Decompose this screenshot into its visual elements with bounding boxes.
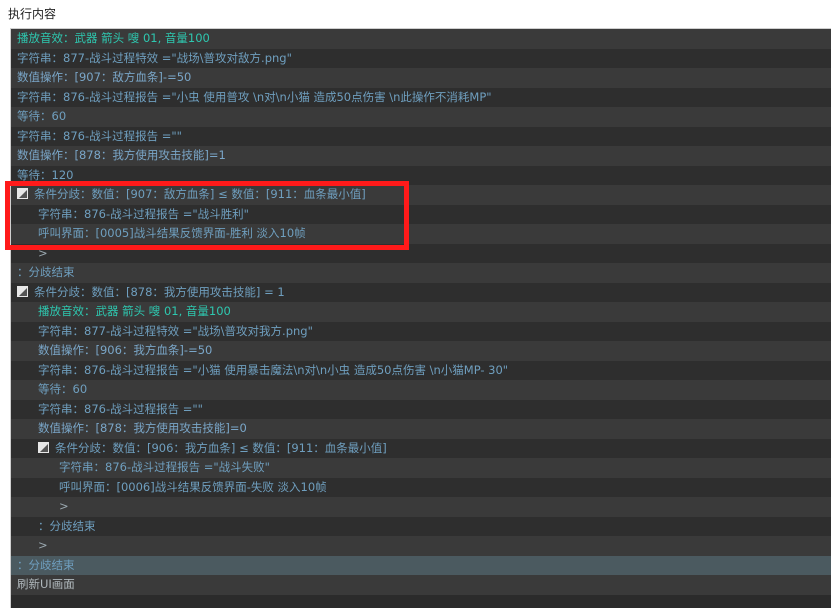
command-row[interactable]: 等待：60 [11, 380, 831, 400]
command-text: 等待：60 [17, 109, 67, 123]
command-row[interactable]: ：分歧结束 [11, 516, 831, 536]
command-row[interactable]: 条件分歧：数值：[878：我方使用攻击技能] = 1 [11, 282, 831, 302]
command-text: > [59, 499, 69, 513]
command-row[interactable]: 呼叫界面：[0005]战斗结果反馈界面-胜利 淡入10帧 [11, 224, 831, 244]
command-text: > [38, 245, 48, 260]
command-text: ：分歧结束 [17, 265, 75, 279]
command-row[interactable]: 字符串：876-战斗过程报告 ="小虫 使用普攻 \n对\n小猫 造成50点伤害… [11, 87, 831, 107]
command-row[interactable]: 条件分歧：数值：[907：敌方血条] ≤ 数值：[911：血条最小值] [11, 185, 831, 205]
command-row[interactable]: 数值操作：[906：我方血条]-=50 [11, 341, 831, 361]
command-row[interactable]: > [11, 536, 831, 556]
command-row[interactable]: 呼叫界面：[0006]战斗结果反馈界面-失败 淡入10帧 [11, 477, 831, 497]
command-row[interactable]: > [11, 497, 831, 517]
command-row[interactable]: 数值操作：[907：敌方血条]-=50 [11, 68, 831, 88]
command-text: ：分歧结束 [17, 557, 75, 572]
command-row[interactable]: ：分歧结束 [11, 555, 831, 575]
command-row[interactable]: 播放音效：武器 箭头 嗖 01, 音量100 [11, 29, 831, 49]
section-title: 执行内容 [0, 0, 831, 28]
command-row[interactable]: 字符串：877-战斗过程特效 ="战场\普攻对我方.png" [11, 321, 831, 341]
command-text: 字符串：877-战斗过程特效 ="战场\普攻对敌方.png" [17, 50, 292, 65]
command-row[interactable]: 字符串：877-战斗过程特效 ="战场\普攻对敌方.png" [11, 48, 831, 68]
command-text: 呼叫界面：[0005]战斗结果反馈界面-胜利 淡入10帧 [38, 226, 306, 240]
command-row[interactable]: 字符串：876-战斗过程报告 ="战斗胜利" [11, 204, 831, 224]
command-text: 条件分歧：数值：[907：敌方血条] ≤ 数值：[911：血条最小值] [34, 187, 366, 201]
command-row[interactable]: > [11, 243, 831, 263]
collapse-toggle-icon[interactable] [17, 285, 28, 297]
command-text: 呼叫界面：[0006]战斗结果反馈界面-失败 淡入10帧 [59, 479, 327, 494]
command-text: 条件分歧：数值：[906：我方血条] ≤ 数值：[911：血条最小值] [55, 440, 387, 455]
command-text: 播放音效：武器 箭头 嗖 01, 音量100 [17, 31, 210, 45]
collapse-toggle-icon[interactable] [38, 441, 49, 453]
command-text: > [38, 538, 48, 552]
command-row[interactable]: 刷新UI画面 [11, 575, 831, 595]
command-text: 字符串：876-战斗过程报告 ="小虫 使用普攻 \n对\n小猫 造成50点伤害… [17, 89, 492, 104]
command-row[interactable]: 播放音效：武器 箭头 嗖 01, 音量100 [11, 302, 831, 322]
command-text: 字符串：876-战斗过程报告 ="" [38, 401, 203, 416]
event-command-list[interactable]: 播放音效：武器 箭头 嗖 01, 音量100 字符串：877-战斗过程特效 ="战… [10, 28, 831, 608]
command-text: 字符串：877-战斗过程特效 ="战场\普攻对我方.png" [38, 323, 313, 338]
command-row[interactable]: ：分歧结束 [11, 263, 831, 283]
command-row[interactable]: 字符串：876-战斗过程报告 ="" [11, 126, 831, 146]
command-text: 字符串：876-战斗过程报告 ="战斗失败" [59, 460, 270, 474]
command-text: 数值操作：[907：敌方血条]-=50 [17, 70, 192, 84]
command-row[interactable]: 数值操作：[878：我方使用攻击技能]=0 [11, 419, 831, 439]
command-text: ：分歧结束 [38, 518, 96, 533]
command-row[interactable]: 字符串：876-战斗过程报告 ="战斗失败" [11, 458, 831, 478]
command-row[interactable]: 数值操作：[878：我方使用攻击技能]=1 [11, 146, 831, 166]
command-row[interactable]: 条件分歧：数值：[906：我方血条] ≤ 数值：[911：血条最小值] [11, 438, 831, 458]
command-row[interactable]: 字符串：876-战斗过程报告 ="" [11, 399, 831, 419]
command-text: 数值操作：[878：我方使用攻击技能]=1 [17, 148, 226, 162]
command-text: 条件分歧：数值：[878：我方使用攻击技能] = 1 [34, 284, 285, 299]
command-text: 数值操作：[906：我方血条]-=50 [38, 343, 213, 357]
command-text: 播放音效：武器 箭头 嗖 01, 音量100 [38, 304, 231, 318]
command-text: 字符串：876-战斗过程报告 ="战斗胜利" [38, 206, 249, 221]
command-text: 刷新UI画面 [17, 577, 75, 591]
command-text: 数值操作：[878：我方使用攻击技能]=0 [38, 421, 247, 435]
command-row[interactable]: 字符串：876-战斗过程报告 ="小猫 使用暴击魔法\n对\n小虫 造成50点伤… [11, 360, 831, 380]
command-text: 等待：120 [17, 167, 74, 182]
command-text: 字符串：876-战斗过程报告 ="" [17, 128, 182, 143]
command-row[interactable]: 等待：120 [11, 165, 831, 185]
command-text: 字符串：876-战斗过程报告 ="小猫 使用暴击魔法\n对\n小虫 造成50点伤… [38, 362, 509, 377]
command-row[interactable]: 等待：60 [11, 107, 831, 127]
collapse-toggle-icon[interactable] [17, 188, 28, 199]
command-text: 等待：60 [38, 382, 88, 396]
